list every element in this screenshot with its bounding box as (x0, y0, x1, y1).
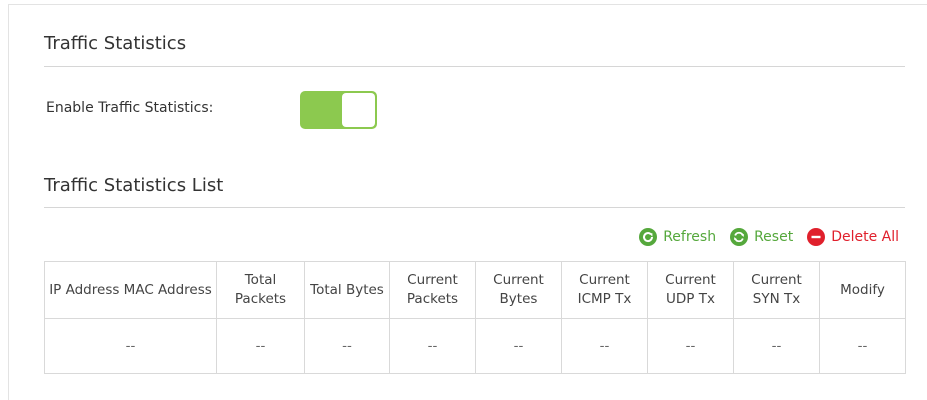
table-cell: -- (819, 318, 906, 374)
list-actions: Refresh Reset Delete All (639, 228, 899, 246)
table-cell: -- (44, 318, 217, 374)
section-divider (44, 207, 905, 208)
refresh-button[interactable]: Refresh (639, 228, 716, 246)
delete-all-button[interactable]: Delete All (807, 228, 899, 246)
traffic-statistics-list-title: Traffic Statistics List (44, 175, 224, 196)
column-header: Total Packets (216, 261, 305, 319)
table-row: -- -- -- -- -- -- -- -- -- (44, 318, 906, 374)
table-header-row: IP Address MAC Address Total Packets Tot… (44, 261, 906, 319)
table-cell: -- (304, 318, 390, 374)
table-cell: -- (647, 318, 734, 374)
column-header: IP Address MAC Address (44, 261, 217, 319)
delete-icon (807, 228, 826, 246)
reset-button[interactable]: Reset (730, 228, 793, 246)
delete-all-label: Delete All (831, 229, 899, 245)
reset-icon (730, 228, 749, 246)
traffic-statistics-title: Traffic Statistics (44, 33, 187, 54)
column-header: Current Bytes (475, 261, 562, 319)
column-header: Modify (819, 261, 906, 319)
column-header: Current ICMP Tx (561, 261, 648, 319)
refresh-icon (639, 228, 658, 246)
column-header: Total Bytes (304, 261, 390, 319)
column-header: Current SYN Tx (733, 261, 820, 319)
column-header: Current UDP Tx (647, 261, 734, 319)
table-cell: -- (475, 318, 562, 374)
traffic-statistics-table: IP Address MAC Address Total Packets Tot… (44, 261, 906, 374)
table-cell: -- (216, 318, 305, 374)
reset-label: Reset (754, 229, 794, 245)
table-cell: -- (561, 318, 648, 374)
refresh-label: Refresh (663, 229, 717, 245)
enable-traffic-statistics-toggle[interactable] (300, 91, 377, 129)
table-cell: -- (733, 318, 820, 374)
column-header: Current Packets (389, 261, 476, 319)
toggle-knob (342, 93, 375, 127)
enable-traffic-statistics-label: Enable Traffic Statistics: (46, 100, 214, 116)
section-divider (44, 66, 905, 67)
table-cell: -- (389, 318, 476, 374)
